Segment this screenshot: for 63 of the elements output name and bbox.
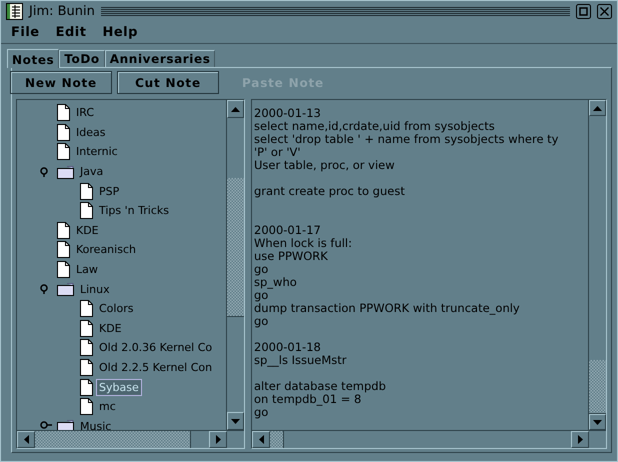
- tab[interactable]: Notes: [7, 49, 60, 68]
- tree-item[interactable]: Old 2.2.5 Kernel Con: [96, 359, 216, 376]
- scrollbar[interactable]: [226, 100, 244, 430]
- scrollbar[interactable]: [588, 100, 606, 430]
- tree-item[interactable]: mc: [96, 398, 119, 416]
- folder-icon: [57, 164, 74, 179]
- tree-item[interactable]: Sybase: [96, 378, 142, 396]
- notebook-icon: [6, 3, 23, 20]
- tree-item[interactable]: Internic: [73, 143, 121, 160]
- tree-item[interactable]: Ideas: [73, 124, 108, 141]
- toolbar-button[interactable]: Cut Note: [117, 71, 219, 94]
- document-icon: [57, 104, 70, 122]
- tree-item[interactable]: Colors: [96, 300, 136, 318]
- tree-item[interactable]: Linux: [77, 280, 113, 298]
- tree-item[interactable]: Java: [77, 163, 106, 180]
- scroll-thumb[interactable]: [227, 178, 244, 317]
- document-icon: [57, 241, 70, 258]
- scroll-right-icon[interactable]: [578, 435, 582, 444]
- folder-icon: [57, 419, 74, 430]
- menu-item[interactable]: File: [11, 25, 40, 40]
- scroll-left-icon[interactable]: [24, 435, 28, 444]
- document-icon: [80, 378, 93, 396]
- scrollbar[interactable]: [252, 430, 606, 448]
- document-icon: [57, 222, 70, 239]
- document-icon: [80, 398, 93, 416]
- document-icon: [57, 261, 70, 278]
- scrollbar[interactable]: [17, 430, 244, 448]
- tree-item[interactable]: Music: [77, 418, 114, 430]
- tab[interactable]: ToDo: [59, 50, 105, 67]
- document-icon: [57, 124, 70, 141]
- document-icon: [80, 320, 93, 337]
- tree-item[interactable]: IRC: [73, 104, 98, 122]
- close-button[interactable]: [597, 4, 612, 19]
- folder-icon: [57, 282, 74, 296]
- tree-item[interactable]: KDE: [96, 320, 125, 337]
- menu-item[interactable]: Edit: [56, 25, 86, 40]
- menu-item[interactable]: Help: [102, 25, 138, 40]
- window-title: Jim: Bunin: [29, 4, 95, 19]
- tree-item[interactable]: PSP: [96, 182, 122, 200]
- scroll-down-icon[interactable]: [593, 420, 602, 424]
- document-icon: [80, 300, 93, 318]
- scroll-up-icon[interactable]: [593, 106, 602, 110]
- scroll-right-icon[interactable]: [216, 435, 220, 444]
- scroll-down-icon[interactable]: [231, 418, 240, 424]
- tree-item[interactable]: Tips 'n Tricks: [96, 202, 172, 220]
- scroll-thumb[interactable]: [35, 431, 191, 448]
- scroll-thumb[interactable]: [270, 431, 284, 448]
- toolbar-button[interactable]: New Note: [10, 71, 112, 94]
- scroll-left-icon[interactable]: [258, 435, 264, 444]
- document-icon: [80, 339, 93, 356]
- tree-item[interactable]: Old 2.0.36 Kernel Co: [96, 339, 216, 356]
- document-icon: [80, 359, 93, 376]
- tree-item[interactable]: Koreanisch: [73, 241, 139, 258]
- scroll-up-icon[interactable]: [231, 106, 240, 112]
- scroll-thumb[interactable]: [589, 360, 606, 414]
- document-icon: [80, 202, 93, 220]
- collapsed-handle-icon[interactable]: [39, 421, 53, 430]
- maximize-button[interactable]: [576, 4, 591, 19]
- tree-item[interactable]: KDE: [73, 222, 102, 239]
- document-icon: [80, 182, 93, 200]
- tree-item[interactable]: Law: [73, 261, 101, 278]
- tab[interactable]: Anniversaries: [104, 50, 216, 67]
- document-icon: [57, 143, 70, 160]
